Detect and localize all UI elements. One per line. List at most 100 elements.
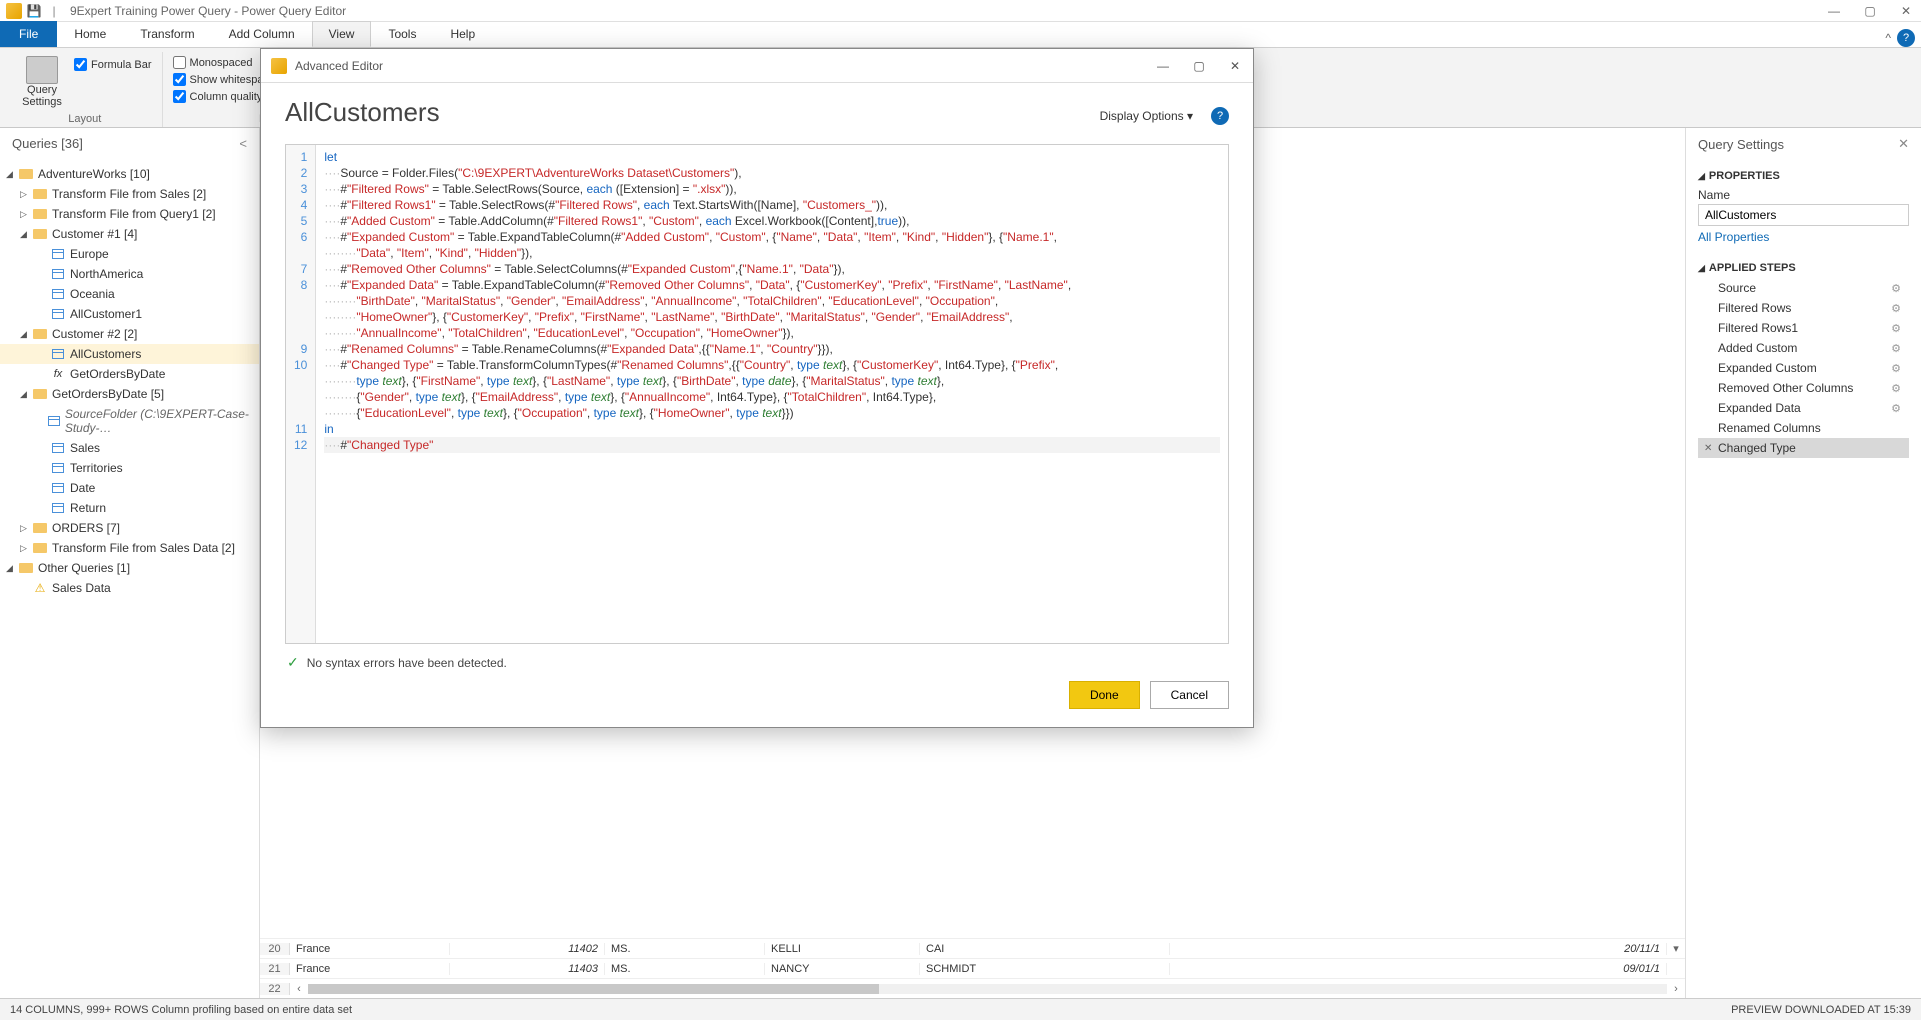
tree-item[interactable]: ⚠Sales Data — [0, 578, 259, 598]
scroll-left-icon[interactable]: ‹ — [290, 983, 308, 995]
tree-item[interactable]: ◢AdventureWorks [10] — [0, 164, 259, 184]
tree-item[interactable]: fxGetOrdersByDate — [0, 364, 259, 384]
tree-item[interactable]: Return — [0, 498, 259, 518]
tree-item-label: NorthAmerica — [70, 267, 143, 281]
tree-item-label: Transform File from Sales Data [2] — [52, 541, 235, 555]
query-settings-button[interactable]: Query Settings — [18, 52, 66, 108]
tree-item-label: Date — [70, 481, 95, 495]
scroll-right-icon[interactable]: › — [1667, 983, 1685, 995]
delete-step-icon[interactable]: ✕ — [1704, 443, 1712, 454]
display-options-dropdown[interactable]: Display Options ▾ — [1100, 109, 1193, 123]
divider-icon: | — [46, 3, 62, 19]
formula-bar-checkbox[interactable]: Formula Bar — [74, 56, 152, 73]
help-icon[interactable]: ? — [1211, 107, 1229, 125]
tab-help[interactable]: Help — [433, 21, 492, 47]
tree-item-label: GetOrdersByDate [5] — [52, 387, 164, 401]
all-properties-link[interactable]: All Properties — [1698, 226, 1769, 248]
code-editor[interactable]: 123456 78 910 1112 let····Source = Folde… — [285, 144, 1229, 644]
gear-icon[interactable]: ⚙ — [1891, 362, 1901, 375]
step-label: Renamed Columns — [1718, 421, 1821, 435]
applied-step[interactable]: Filtered Rows ⚙ — [1698, 298, 1909, 318]
gear-icon[interactable]: ⚙ — [1891, 322, 1901, 335]
tree-item[interactable]: AllCustomers — [0, 344, 259, 364]
tree-item-label: AllCustomers — [70, 347, 141, 361]
tree-item[interactable]: ▷Transform File from Query1 [2] — [0, 204, 259, 224]
gear-icon[interactable]: ⚙ — [1891, 282, 1901, 295]
table-row[interactable]: 21France11403MS.NANCYSCHMIDT09/01/1 — [260, 958, 1685, 978]
applied-step[interactable]: Source⚙ — [1698, 278, 1909, 298]
tree-item[interactable]: ▷Transform File from Sales [2] — [0, 184, 259, 204]
status-right: PREVIEW DOWNLOADED AT 15:39 — [1731, 1004, 1911, 1016]
step-label: Filtered Rows — [1718, 301, 1791, 315]
tree-item[interactable]: SourceFolder (C:\9EXPERT-Case-Study-… — [0, 404, 259, 438]
tree-item[interactable]: Territories — [0, 458, 259, 478]
gear-icon[interactable]: ⚙ — [1891, 302, 1901, 315]
applied-step[interactable]: Removed Other Columns ⚙ — [1698, 378, 1909, 398]
tree-item[interactable]: NorthAmerica — [0, 264, 259, 284]
queries-header: Queries [36] < — [0, 128, 259, 160]
tree-item[interactable]: Europe — [0, 244, 259, 264]
applied-step[interactable]: Added Custom ⚙ — [1698, 338, 1909, 358]
queries-panel: Queries [36] < ◢AdventureWorks [10]▷Tran… — [0, 128, 260, 998]
status-left: 14 COLUMNS, 999+ ROWS Column profiling b… — [10, 1004, 352, 1016]
ribbon-collapse-icon[interactable]: ^ — [1885, 31, 1891, 45]
gear-icon[interactable]: ⚙ — [1891, 382, 1901, 395]
table-row[interactable]: 20France11402MS.KELLICAI20/11/1▾ — [260, 938, 1685, 958]
tree-item-label: AdventureWorks [10] — [38, 167, 150, 181]
tree-item-label: Transform File from Sales [2] — [52, 187, 206, 201]
tree-item-label: SourceFolder (C:\9EXPERT-Case-Study-… — [65, 407, 253, 435]
tab-file[interactable]: File — [0, 21, 57, 47]
tree-item[interactable]: ▷ORDERS [7] — [0, 518, 259, 538]
step-label: Changed Type — [1718, 441, 1796, 455]
tree-item[interactable]: ▷Transform File from Sales Data [2] — [0, 538, 259, 558]
tab-home[interactable]: Home — [57, 21, 123, 47]
gear-icon[interactable]: ⚙ — [1891, 342, 1901, 355]
help-icon[interactable]: ? — [1897, 29, 1915, 47]
tree-item[interactable]: AllCustomer1 — [0, 304, 259, 324]
done-button[interactable]: Done — [1069, 681, 1140, 709]
dialog-minimize-icon[interactable]: — — [1155, 59, 1171, 73]
tree-item[interactable]: ◢Customer #2 [2] — [0, 324, 259, 344]
tree-item[interactable]: ◢GetOrdersByDate [5] — [0, 384, 259, 404]
tab-add-column[interactable]: Add Column — [212, 21, 312, 47]
window-close-icon[interactable]: ✕ — [1897, 4, 1915, 18]
settings-title: Query Settings — [1698, 137, 1784, 152]
tree-item[interactable]: ◢Other Queries [1] — [0, 558, 259, 578]
tree-item-label: Customer #2 [2] — [52, 327, 137, 341]
applied-step[interactable]: ✕ Changed Type — [1698, 438, 1909, 458]
cancel-button[interactable]: Cancel — [1150, 681, 1229, 709]
table-row[interactable]: 22‹› — [260, 978, 1685, 998]
applied-step[interactable]: Expanded Data ⚙ — [1698, 398, 1909, 418]
advanced-editor-dialog: Advanced Editor — ▢ ✕ AllCustomers Displ… — [260, 48, 1254, 728]
query-name-input[interactable] — [1698, 204, 1909, 226]
window-title: 9Expert Training Power Query - Power Que… — [70, 4, 346, 18]
save-icon[interactable]: 💾 — [26, 3, 42, 19]
tree-item[interactable]: Date — [0, 478, 259, 498]
queries-tree[interactable]: ◢AdventureWorks [10]▷Transform File from… — [0, 160, 259, 998]
status-bar: 14 COLUMNS, 999+ ROWS Column profiling b… — [0, 998, 1921, 1020]
step-label: Removed Other Columns — [1718, 381, 1853, 395]
window-minimize-icon[interactable]: — — [1825, 4, 1843, 18]
dialog-maximize-icon[interactable]: ▢ — [1191, 59, 1207, 73]
step-label: Added Custom — [1718, 341, 1797, 355]
window-maximize-icon[interactable]: ▢ — [1861, 4, 1879, 18]
tree-item-label: Other Queries [1] — [38, 561, 130, 575]
applied-step[interactable]: Expanded Custom⚙ — [1698, 358, 1909, 378]
properties-heading: PROPERTIES — [1709, 170, 1780, 182]
tab-view[interactable]: View — [312, 21, 372, 47]
gear-icon[interactable]: ⚙ — [1891, 402, 1901, 415]
settings-close-icon[interactable]: ✕ — [1898, 136, 1909, 152]
tree-item[interactable]: ◢Customer #1 [4] — [0, 224, 259, 244]
ribbon-tabs: File Home Transform Add Column View Tool… — [0, 22, 1921, 48]
tree-item[interactable]: Oceania — [0, 284, 259, 304]
tree-item-label: Return — [70, 501, 106, 515]
queries-collapse-icon[interactable]: < — [239, 136, 247, 151]
applied-step[interactable]: Renamed Columns — [1698, 418, 1909, 438]
tab-transform[interactable]: Transform — [123, 21, 211, 47]
step-label: Expanded Data — [1718, 401, 1801, 415]
window-titlebar: 💾 | 9Expert Training Power Query - Power… — [0, 0, 1921, 22]
dialog-close-icon[interactable]: ✕ — [1227, 59, 1243, 73]
tree-item[interactable]: Sales — [0, 438, 259, 458]
tab-tools[interactable]: Tools — [371, 21, 433, 47]
applied-step[interactable]: Filtered Rows1⚙ — [1698, 318, 1909, 338]
